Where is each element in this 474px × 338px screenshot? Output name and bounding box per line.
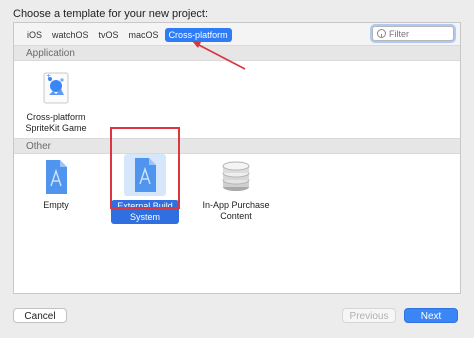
coin-stack-icon	[217, 158, 255, 196]
template-label: In-App Purchase Content	[202, 200, 270, 221]
annotation-highlight-box	[110, 127, 180, 209]
section-header-other: Other	[14, 138, 460, 154]
window-title: Choose a template for your new project:	[13, 8, 209, 20]
spritekit-game-icon: +	[37, 70, 75, 108]
template-label: Empty	[43, 200, 69, 210]
template-empty[interactable]: Empty	[26, 158, 86, 211]
tab-tvos[interactable]: tvOS	[95, 28, 123, 42]
section-header-application: Application	[14, 45, 460, 61]
xcode-project-blueprint-icon	[37, 158, 75, 196]
cancel-button[interactable]: Cancel	[13, 308, 67, 323]
platform-tabs: iOS watchOS tvOS macOS Cross-platform	[23, 28, 232, 42]
svg-text:+: +	[46, 73, 51, 80]
filter-icon	[377, 29, 386, 38]
tab-watchos[interactable]: watchOS	[48, 28, 93, 42]
template-panel: iOS watchOS tvOS macOS Cross-platform Ap…	[13, 22, 461, 294]
previous-button[interactable]: Previous	[342, 308, 396, 323]
template-chooser-window: Choose a template for your new project: …	[0, 0, 474, 338]
tab-cross-platform[interactable]: Cross-platform	[164, 28, 232, 42]
template-in-app-purchase-content[interactable]: In-App Purchase Content	[197, 158, 275, 222]
next-button[interactable]: Next	[404, 308, 458, 323]
filter-field[interactable]	[372, 26, 454, 41]
filter-input[interactable]	[389, 28, 449, 39]
tab-ios[interactable]: iOS	[23, 28, 46, 42]
template-label: Cross-platform SpriteKit Game	[25, 112, 87, 133]
tab-macos[interactable]: macOS	[125, 28, 163, 42]
platform-bar: iOS watchOS tvOS macOS Cross-platform	[14, 23, 460, 46]
template-cross-platform-spritekit-game[interactable]: + Cross-platform SpriteKit Game	[18, 70, 94, 134]
